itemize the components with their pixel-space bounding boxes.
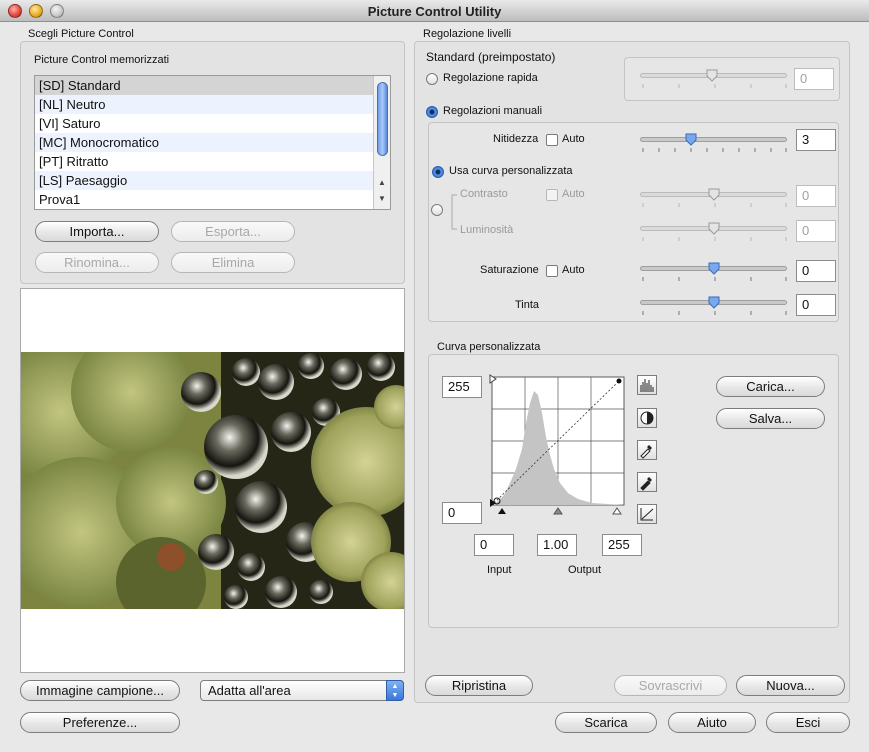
title-bar[interactable]: Picture Control Utility — [0, 0, 869, 22]
save-curve-button[interactable]: Salva... — [716, 408, 825, 429]
hue-label: Tinta — [515, 299, 540, 311]
list-item[interactable]: Prova1 — [35, 190, 390, 209]
hue-value[interactable]: 0 — [796, 294, 836, 316]
scrollbar-thumb[interactable] — [377, 82, 388, 156]
list-item[interactable]: [VI] Saturo — [35, 114, 390, 133]
custom-curve-label: Usa curva personalizzata — [449, 165, 573, 177]
app-window: Picture Control Utility Scegli Picture C… — [0, 0, 869, 752]
sample-image — [21, 352, 404, 609]
list-scrollbar[interactable]: ▲ ▼ — [373, 76, 390, 209]
brightness-knob[interactable] — [708, 222, 720, 235]
quick-adjust-ticks — [642, 84, 787, 88]
list-item[interactable]: [SD] Standard — [35, 76, 390, 95]
download-button[interactable]: Scarica — [555, 712, 657, 733]
preferences-button[interactable]: Preferenze... — [20, 712, 180, 733]
hue-ticks — [642, 311, 787, 315]
hue-knob[interactable] — [708, 296, 720, 309]
curve-input-value[interactable]: 0 — [474, 534, 514, 556]
base-control-label: Standard (preimpostato) — [426, 50, 556, 64]
brightness-label: Luminosità — [460, 224, 514, 236]
custom-curve-group-label: Curva personalizzata — [437, 341, 541, 353]
curve-top-value[interactable]: 255 — [442, 376, 482, 398]
auto-contrast-icon[interactable] — [637, 408, 657, 428]
exit-button[interactable]: Esci — [766, 712, 850, 733]
list-item[interactable]: [MC] Monocromatico — [35, 133, 390, 152]
sharpness-slider[interactable] — [640, 137, 787, 142]
curve-graph[interactable] — [488, 373, 630, 519]
import-button[interactable]: Importa... — [35, 221, 159, 242]
contrast-brightness-bracket — [451, 194, 457, 230]
saturation-auto-label: Auto — [562, 264, 585, 276]
delete-button[interactable]: Elimina — [171, 252, 295, 273]
list-item[interactable]: [NL] Neutro — [35, 95, 390, 114]
histogram-icon[interactable] — [637, 375, 657, 395]
fit-area-select-value: Adatta all'area — [208, 683, 291, 698]
help-button[interactable]: Aiuto — [668, 712, 756, 733]
levels-group-label: Regolazione livelli — [423, 28, 512, 40]
list-item[interactable]: [LS] Paesaggio — [35, 171, 390, 190]
quick-adjust-radio[interactable] — [426, 73, 438, 85]
overwrite-button[interactable]: Sovrascrivi — [614, 675, 727, 696]
black-point-eyedropper-icon[interactable] — [637, 472, 657, 492]
brightness-ticks — [642, 237, 787, 241]
linear-curve-icon[interactable] — [637, 504, 657, 524]
contrast-auto-checkbox[interactable] — [546, 189, 558, 201]
select-stepper-icon: ▲ ▼ — [386, 680, 404, 701]
curve-input-label: Input — [487, 564, 512, 576]
sharpness-ticks — [642, 148, 787, 152]
fit-area-select[interactable]: Adatta all'area ▲ ▼ — [200, 680, 404, 701]
contrast-auto-label: Auto — [562, 188, 585, 200]
picture-control-list[interactable]: [SD] Standard [NL] Neutro [VI] Saturo [M… — [34, 75, 391, 210]
contrast-knob[interactable] — [708, 188, 720, 201]
sharpness-label: Nitidezza — [493, 133, 539, 145]
quick-adjust-label: Regolazione rapida — [443, 72, 538, 84]
stored-list-label: Picture Control memorizzati — [34, 54, 170, 66]
quick-adjust-value[interactable]: 0 — [794, 68, 834, 90]
window-title: Picture Control Utility — [367, 4, 502, 19]
curve-bottom-value[interactable]: 0 — [442, 502, 482, 524]
saturation-value[interactable]: 0 — [796, 260, 836, 282]
contrast-ticks — [642, 203, 787, 207]
saturation-knob[interactable] — [708, 262, 720, 275]
quick-adjust-knob[interactable] — [706, 69, 718, 82]
sharpness-knob[interactable] — [685, 133, 697, 146]
reset-button[interactable]: Ripristina — [425, 675, 533, 696]
choose-group-label: Scegli Picture Control — [28, 28, 134, 40]
manual-adjust-label: Regolazioni manuali — [443, 105, 543, 117]
saturation-ticks — [642, 277, 787, 281]
custom-curve-radio[interactable] — [432, 166, 444, 178]
contrast-value[interactable]: 0 — [796, 185, 836, 207]
white-point-eyedropper-icon[interactable] — [637, 440, 657, 460]
scroll-up-icon[interactable]: ▲ — [378, 178, 386, 187]
sample-image-button[interactable]: Immagine campione... — [20, 680, 180, 701]
preview-panel — [20, 288, 405, 673]
curve-output-value[interactable]: 255 — [602, 534, 642, 556]
list-item[interactable]: [PT] Ritratto — [35, 152, 390, 171]
new-button[interactable]: Nuova... — [736, 675, 845, 696]
rename-button[interactable]: Rinomina... — [35, 252, 159, 273]
brightness-value[interactable]: 0 — [796, 220, 836, 242]
curve-output-label: Output — [568, 564, 602, 576]
sharpness-value[interactable]: 3 — [796, 129, 836, 151]
export-button[interactable]: Esporta... — [171, 221, 295, 242]
contrast-label: Contrasto — [460, 188, 508, 200]
saturation-auto-checkbox[interactable] — [546, 265, 558, 277]
manual-adjust-radio[interactable] — [426, 106, 438, 118]
sharpness-auto-checkbox[interactable] — [546, 134, 558, 146]
manual-contrast-radio[interactable] — [431, 204, 443, 216]
scroll-down-icon[interactable]: ▼ — [378, 194, 386, 203]
saturation-label: Saturazione — [480, 264, 539, 276]
load-curve-button[interactable]: Carica... — [716, 376, 825, 397]
curve-gamma-value[interactable]: 1.00 — [537, 534, 577, 556]
sharpness-auto-label: Auto — [562, 133, 585, 145]
